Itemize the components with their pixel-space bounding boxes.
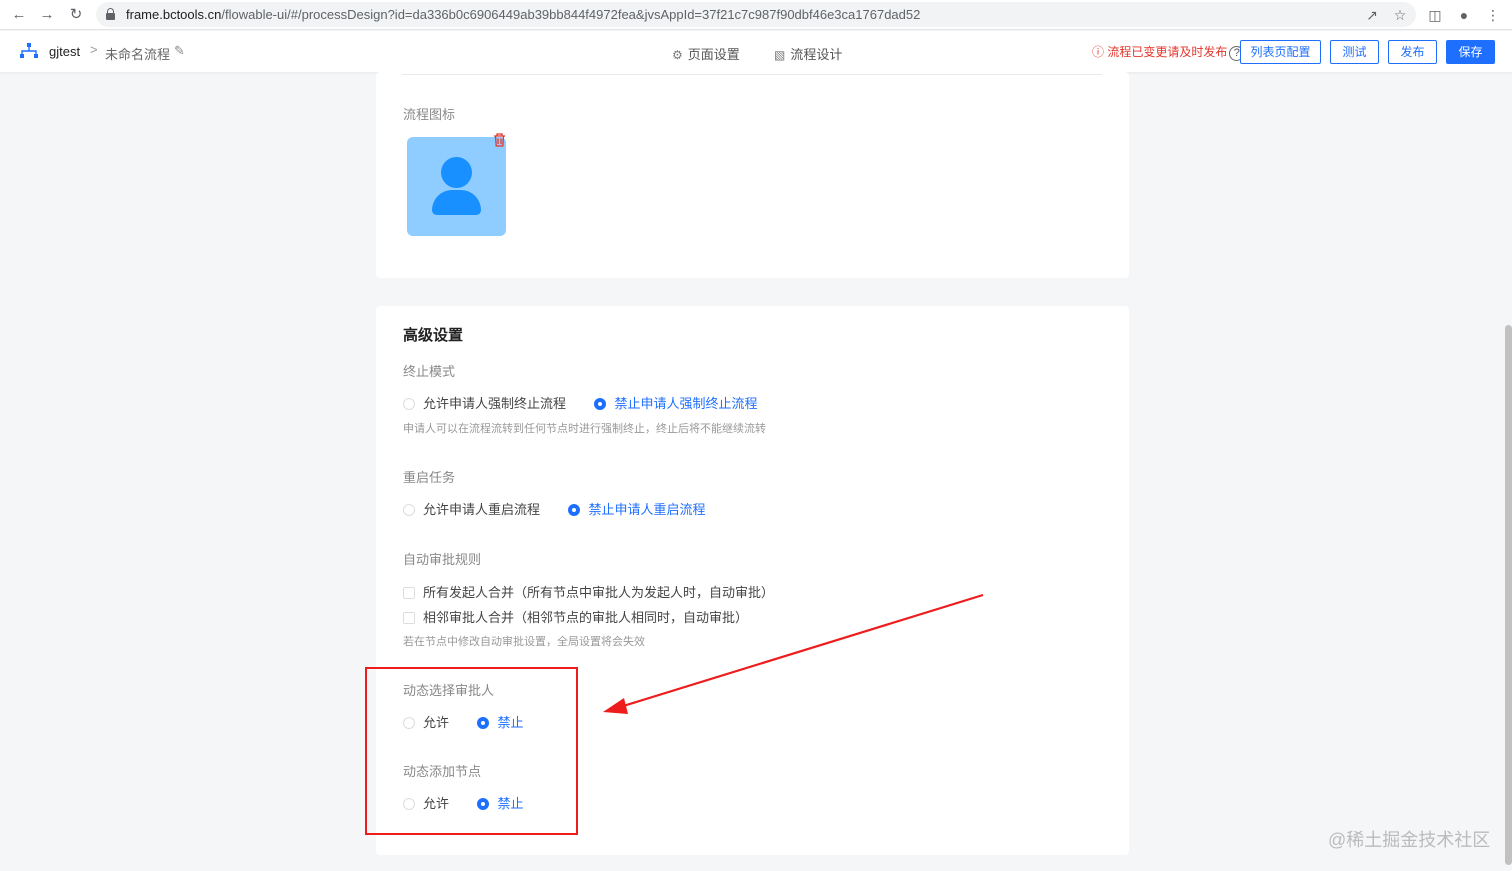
edit-pencil-icon[interactable]: ✎ xyxy=(174,43,185,59)
process-icon-preview[interactable] xyxy=(407,137,506,236)
list-config-button[interactable]: 列表页配置 xyxy=(1240,40,1321,64)
lock-icon xyxy=(106,8,115,20)
auto-approve-hint: 若在节点中修改自动审批设置，全局设置将会失效 xyxy=(403,636,645,648)
process-name: 未命名流程 xyxy=(105,47,171,62)
publish-button[interactable]: 发布 xyxy=(1388,40,1437,64)
process-icon-label: 流程图标 xyxy=(403,107,456,122)
section-title: 高级设置 xyxy=(403,327,464,344)
address-bar[interactable]: frame.bctools.cn/flowable-ui/#/processDe… xyxy=(96,2,1416,27)
sidebar-toggle-icon[interactable]: ◫ xyxy=(1425,5,1445,25)
share-icon[interactable]: ↗ xyxy=(1362,5,1382,25)
browser-toolbar: ← → ↻ frame.bctools.cn/flowable-ui/#/pro… xyxy=(0,0,1512,30)
radio-allow-restart[interactable]: 允许申请人重启流程 xyxy=(403,499,540,518)
app-name[interactable]: gjtest xyxy=(49,44,80,59)
radio-allow-terminate[interactable]: 允许申请人强制终止流程 xyxy=(403,393,566,412)
breadcrumb-separator: > xyxy=(90,42,98,57)
terminate-mode-group: 允许申请人强制终止流程 禁止申请人强制终止流程 xyxy=(403,393,781,411)
basic-settings-card: 流程图标 xyxy=(376,72,1129,278)
watermark: @稀土掘金技术社区 xyxy=(1328,830,1491,850)
url-text[interactable]: frame.bctools.cn/flowable-ui/#/processDe… xyxy=(126,7,920,22)
delete-trash-icon[interactable] xyxy=(492,133,506,147)
checkbox-merge-initiator[interactable]: 所有发起人合并（所有节点中审批人为发起人时，自动审批） xyxy=(403,582,774,601)
star-icon[interactable]: ☆ xyxy=(1390,5,1410,25)
unpublished-warning: ⓘ 流程已变更请及时发布? xyxy=(1092,43,1245,61)
gear-icon: ⚙ xyxy=(672,48,683,62)
reload-icon[interactable]: ↻ xyxy=(66,5,86,25)
back-arrow-icon[interactable]: ← xyxy=(9,5,29,25)
user-head-icon xyxy=(441,157,472,188)
profile-icon[interactable]: ● xyxy=(1454,5,1474,25)
tab-page-settings[interactable]: ⚙ 页面设置 xyxy=(672,44,740,63)
restart-task-group: 允许申请人重启流程 禁止申请人重启流程 xyxy=(403,499,729,517)
user-body-icon xyxy=(432,190,481,215)
radio-forbid-terminate[interactable]: 禁止申请人强制终止流程 xyxy=(594,393,757,412)
page-scrollbar[interactable] xyxy=(1505,325,1512,865)
annotation-highlight-box xyxy=(365,667,578,835)
tab-flow-design[interactable]: ▧ 流程设计 xyxy=(774,44,842,63)
flow-icon: ▧ xyxy=(774,48,786,62)
terminate-hint: 申请人可以在流程流转到任何节点时进行强制终止，终止后将不能继续流转 xyxy=(403,423,766,435)
checkbox-merge-adjacent[interactable]: 相邻审批人合并（相邻节点的审批人相同时，自动审批） xyxy=(403,607,748,626)
forward-arrow-icon[interactable]: → xyxy=(37,5,57,25)
divider xyxy=(402,74,1102,75)
auto-approve-label: 自动审批规则 xyxy=(403,552,482,567)
test-button[interactable]: 测试 xyxy=(1330,40,1379,64)
menu-kebab-icon[interactable]: ⋮ xyxy=(1483,5,1503,25)
terminate-mode-label: 终止模式 xyxy=(403,364,456,379)
radio-forbid-restart[interactable]: 禁止申请人重启流程 xyxy=(568,499,705,518)
flow-logo-icon xyxy=(20,43,38,59)
app-header: gjtest > 未命名流程 ✎ ⚙ 页面设置 ▧ 流程设计 ⓘ 流程已变更请及时发… xyxy=(0,31,1512,72)
save-button[interactable]: 保存 xyxy=(1446,40,1495,64)
restart-task-label: 重启任务 xyxy=(403,470,456,485)
